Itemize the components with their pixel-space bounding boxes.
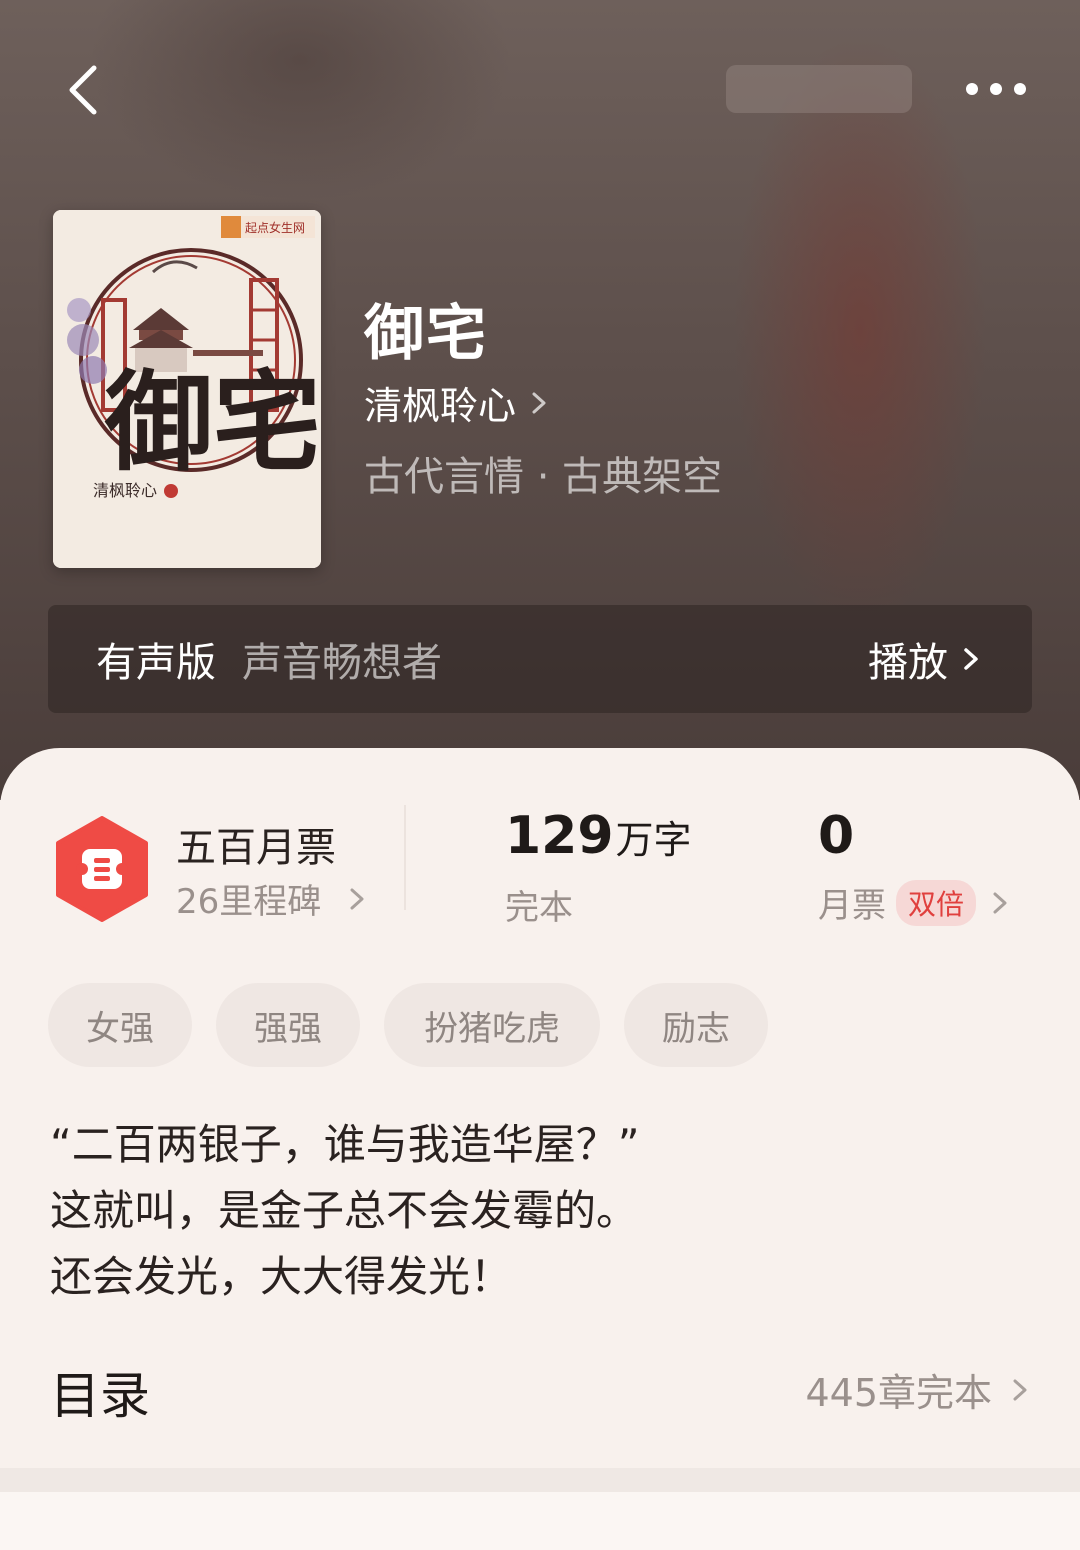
description-line: “二百两银子，谁与我造华屋？” <box>50 1120 640 1169</box>
completion-status: 完本 <box>505 888 573 928</box>
toc-title: 目录 <box>50 1367 150 1425</box>
play-button[interactable]: 播放 <box>868 630 980 688</box>
play-label: 播放 <box>868 640 948 686</box>
chevron-right-icon <box>532 392 546 413</box>
tag-chip[interactable]: 励志 <box>624 983 768 1067</box>
tag-chip[interactable]: 扮猪吃虎 <box>384 983 600 1067</box>
book-description[interactable]: “二百两银子，谁与我造华屋？” 这就叫，是金子总不会发霉的。 还会发光，大大得发… <box>50 1112 1010 1310</box>
double-badge: 双倍 <box>896 879 977 926</box>
section-separator <box>0 1468 1080 1492</box>
ticket-title: 五百月票 <box>176 825 336 871</box>
monthly-ticket-badge-icon[interactable] <box>54 816 150 922</box>
book-title: 御宅 <box>364 299 488 369</box>
monthly-votes-label: 月票 <box>818 886 886 926</box>
back-icon[interactable] <box>62 60 112 120</box>
description-line: 这就叫，是金子总不会发霉的。 <box>50 1186 639 1235</box>
audio-narrator: 声音畅想者 <box>242 640 442 686</box>
book-cover[interactable]: 起点女生网 御宅 清枫聆心 <box>53 210 321 568</box>
audio-version-bar[interactable]: 有声版 声音畅想者 播放 <box>48 605 1032 713</box>
stats-divider <box>404 805 406 910</box>
cover-author: 清枫聆心 <box>93 481 157 500</box>
chapter-count: 445章完本 <box>805 1371 992 1415</box>
chevron-right-icon <box>964 648 978 670</box>
toc-link[interactable]: 445章完本 <box>805 1362 1028 1417</box>
audio-label: 有声版 <box>96 640 216 686</box>
description-line: 还会发光，大大得发光！ <box>50 1252 513 1301</box>
chevron-right-icon <box>1013 1379 1027 1400</box>
monthly-votes-count: 0 <box>818 806 855 866</box>
author-link[interactable]: 清枫聆心 <box>364 375 548 430</box>
cover-art: 起点女生网 御宅 清枫聆心 <box>53 210 321 568</box>
word-count-unit: 万字 <box>615 818 692 862</box>
milestone-text: 26里程碑 <box>176 882 322 922</box>
chevron-right-icon <box>350 888 364 909</box>
tag-list: 女强 强强 扮猪吃虎 励志 <box>48 983 792 1067</box>
chevron-right-icon <box>993 892 1007 913</box>
monthly-votes-link[interactable]: 月票 双倍 <box>818 878 1008 927</box>
book-header: 起点女生网 御宅 清枫聆心 御宅 清枫聆心 古代言情 · 古典架空 有声版 声音… <box>0 0 1080 800</box>
next-section <box>0 1492 1080 1550</box>
milestone-link[interactable]: 26里程碑 <box>176 874 365 923</box>
more-icon[interactable] <box>962 78 1032 100</box>
word-count: 129 万字 <box>505 806 692 866</box>
word-count-number: 129 <box>505 806 614 866</box>
book-genre: 古代言情 · 古典架空 <box>364 454 723 500</box>
tag-chip[interactable]: 女强 <box>48 983 192 1067</box>
header-pill[interactable] <box>726 65 912 113</box>
tag-chip[interactable]: 强强 <box>216 983 360 1067</box>
cover-brand: 起点女生网 <box>245 220 305 235</box>
author-name: 清枫聆心 <box>364 384 517 428</box>
cover-title: 御宅 <box>104 360 321 486</box>
